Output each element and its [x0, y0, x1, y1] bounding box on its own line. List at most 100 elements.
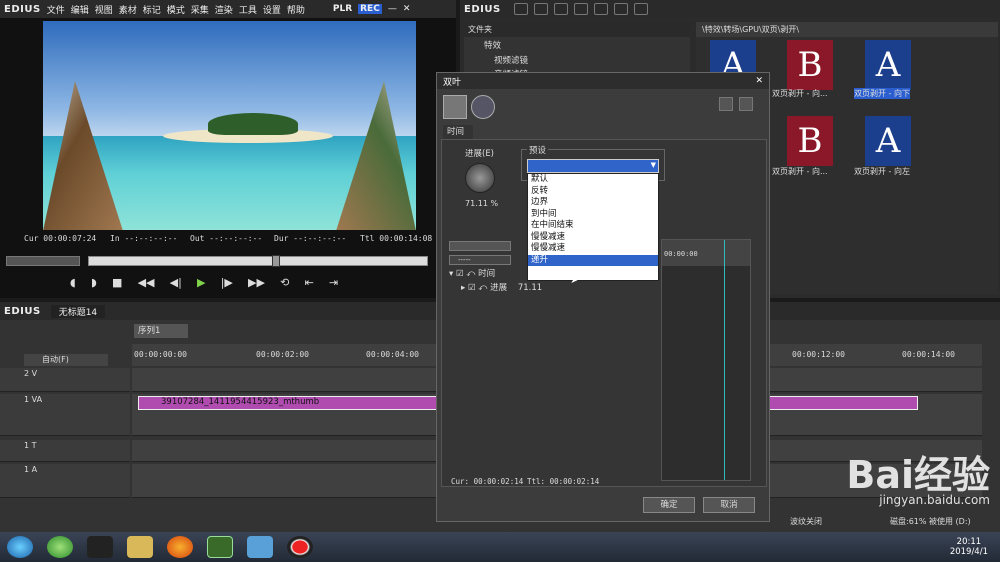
rewind-icon[interactable]: ◀◀ — [138, 276, 155, 289]
rec-toggle[interactable]: REC — [358, 4, 382, 14]
bin-thumb-2[interactable]: B — [787, 40, 833, 90]
preset-option[interactable]: 边界 — [528, 197, 658, 209]
dialog-tool-1[interactable] — [443, 95, 467, 119]
redo-icon[interactable] — [739, 97, 753, 111]
overwrite-icon[interactable]: ⇥ — [329, 276, 338, 289]
bin-brand: EDIUS — [464, 3, 501, 15]
app-360-icon[interactable] — [47, 536, 73, 558]
ttl-timecode: Ttl 00:00:14:08 — [360, 234, 433, 243]
menu-render[interactable]: 渲染 — [215, 3, 233, 16]
menu-mode[interactable]: 模式 — [167, 3, 185, 16]
cancel-button[interactable]: 取消 — [703, 497, 755, 513]
step-back-icon[interactable]: ◀| — [170, 276, 182, 289]
menu-tools[interactable]: 工具 — [239, 3, 257, 16]
insert-icon[interactable]: ⇤ — [305, 276, 314, 289]
track-1t-label: 1 T — [24, 441, 37, 450]
track-mode-select[interactable]: 自动(F) — [24, 354, 108, 366]
menu-help[interactable]: 帮助 — [287, 3, 305, 16]
track-header-1va[interactable]: 1 VA — [0, 394, 130, 436]
tree-progress-label: 进展 — [490, 283, 508, 293]
tree-video-filters[interactable]: 视频滤镜 — [464, 53, 690, 67]
keyframe-ruler: 00:00:00 — [662, 240, 750, 266]
cut-icon[interactable] — [573, 3, 588, 15]
menu-file[interactable]: 文件 — [47, 3, 65, 16]
preset-option[interactable]: 反转 — [528, 186, 658, 198]
close-icon[interactable]: ✕ — [403, 4, 411, 14]
tree-time-row[interactable]: ▾ ☑ ⤺ 时间 — [449, 267, 659, 279]
up-folder-icon[interactable] — [533, 3, 548, 15]
start-icon[interactable] — [7, 536, 33, 558]
taskbar: 20:11 2019/4/1 — [0, 532, 1000, 562]
menu-clip[interactable]: 素材 — [119, 3, 137, 16]
preset-option[interactable]: 慢慢减速 — [528, 243, 658, 255]
minimize-icon[interactable]: — — [388, 4, 397, 14]
mark-in-icon[interactable]: ◖ — [70, 276, 76, 289]
lock-icon[interactable] — [633, 3, 648, 15]
dialog-title: 双叶 — [443, 77, 462, 88]
tray-clock[interactable]: 20:11 2019/4/1 — [950, 537, 988, 557]
mark-out-icon[interactable]: ◗ — [91, 276, 97, 289]
tree-progress-row[interactable]: ▸ ☑ ⤺ 进展 71.11 — [461, 281, 661, 293]
tab-time[interactable]: 时间 — [443, 125, 473, 139]
preset-option[interactable]: 在中间结束 — [528, 220, 658, 232]
chevron-down-icon[interactable]: ▼ — [651, 161, 656, 169]
preset-select[interactable]: ▼ — [527, 159, 659, 173]
dialog-tool-2[interactable] — [471, 95, 495, 119]
menu-capture[interactable]: 采集 — [191, 3, 209, 16]
shuttle-bar[interactable] — [6, 256, 80, 266]
qq-icon[interactable] — [87, 536, 113, 558]
progress-knob[interactable] — [465, 163, 495, 193]
tray-time: 20:11 — [956, 537, 982, 547]
bin-thumb-5[interactable]: A — [865, 116, 911, 166]
dialog-ttl: Ttl: 00:00:02:14 — [527, 477, 600, 486]
record-icon[interactable] — [287, 536, 313, 558]
expand-icon[interactable]: ▸ ☑ ⤺ — [461, 283, 490, 293]
firefox-icon[interactable] — [167, 536, 193, 558]
track-header-2v[interactable]: 2 V — [0, 368, 130, 392]
expand-icon[interactable]: ▾ ☑ ⤺ — [449, 269, 478, 279]
delete-icon[interactable] — [593, 3, 608, 15]
menu-marker[interactable]: 标记 — [143, 3, 161, 16]
menu-settings[interactable]: 设置 — [263, 3, 281, 16]
app-icon[interactable] — [247, 536, 273, 558]
folder-icon[interactable] — [513, 3, 528, 15]
player-window: EDIUS 文件 编辑 视图 素材 标记 模式 采集 渲染 工具 设置 帮助 P… — [0, 0, 456, 298]
preset-dropdown: 默认 反转 边界 到中间 在中间结束 慢慢减速 慢慢减速 递升 — [527, 173, 659, 281]
track-header-1t[interactable]: 1 T — [0, 440, 130, 462]
preset-option[interactable]: 到中间 — [528, 209, 658, 221]
position-slider[interactable] — [88, 255, 428, 267]
undo-icon[interactable] — [719, 97, 733, 111]
loop-icon[interactable]: ⟲ — [280, 276, 289, 289]
menu-view[interactable]: 视图 — [95, 3, 113, 16]
preset-option[interactable]: 慢慢减速 — [528, 232, 658, 244]
play-icon[interactable]: ▶ — [197, 276, 205, 289]
clip-name: 39107284_1411954415923_mthumb — [161, 397, 320, 407]
slider-thumb[interactable] — [272, 255, 280, 267]
dialog-close-icon[interactable]: ✕ — [755, 76, 763, 86]
explorer-icon[interactable] — [127, 536, 153, 558]
menu-edit[interactable]: 编辑 — [71, 3, 89, 16]
preview-monitor — [43, 21, 416, 230]
bin-thumb-3[interactable]: A — [865, 40, 911, 90]
stop-icon[interactable]: ■ — [112, 276, 122, 289]
zoom-select[interactable]: ----- — [449, 255, 511, 265]
step-forward-icon[interactable]: |▶ — [221, 276, 233, 289]
ok-button[interactable]: 确定 — [643, 497, 695, 513]
sequence-tab[interactable]: 序列1 — [134, 324, 188, 338]
copy-icon[interactable] — [553, 3, 568, 15]
keyframe-cursor[interactable] — [724, 240, 725, 480]
plr-toggle[interactable]: PLR — [333, 4, 352, 14]
fast-forward-icon[interactable]: ▶▶ — [248, 276, 265, 289]
view-icon[interactable] — [613, 3, 628, 15]
bin-thumb-4[interactable]: B — [787, 116, 833, 166]
keyframe-timeline[interactable]: 00:00:00 — [661, 239, 751, 481]
transport-controls: ◖ ◗ ■ ◀◀ ◀| ▶ |▶ ▶▶ ⟲ ⇤ ⇥ — [64, 276, 444, 289]
bin-label-4: 双页剥开 - 向... — [772, 167, 828, 176]
preset-option-selected[interactable]: 递升 — [528, 254, 658, 266]
edius-icon[interactable] — [207, 536, 233, 558]
track-header-1a[interactable]: 1 A — [0, 464, 130, 498]
transition-dialog: 双叶 ✕ 时间 进展(E) 71.11 % 预设 ▼ 默认 反转 边界 到中间 … — [436, 72, 770, 522]
preset-option[interactable]: 默认 — [528, 174, 658, 186]
zoom-control[interactable] — [449, 241, 511, 251]
tree-effects[interactable]: 特效 — [464, 37, 690, 53]
